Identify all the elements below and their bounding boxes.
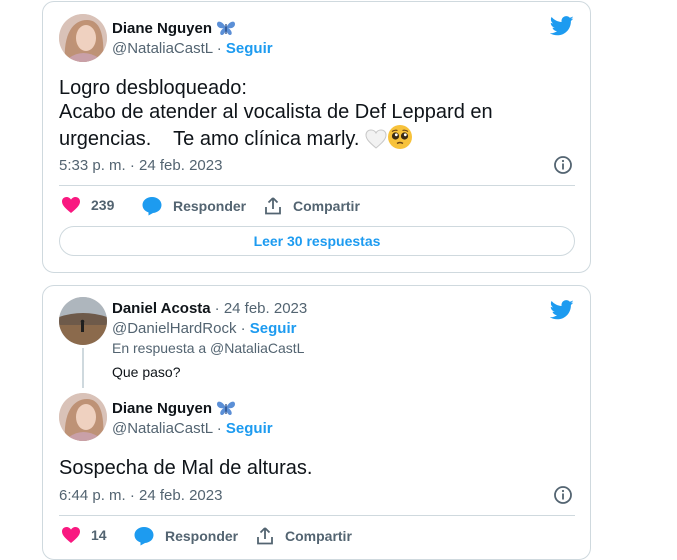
- like-button[interactable]: 14: [61, 526, 107, 544]
- tweet-text: Sospecha de Mal de alturas.: [59, 457, 313, 479]
- share-upload-icon: [257, 527, 273, 545]
- follow-button[interactable]: Seguir: [226, 40, 273, 57]
- thread-line: [82, 348, 84, 388]
- share-upload-icon: [265, 197, 281, 215]
- handle-line: @NataliaCastL · Seguir: [112, 40, 273, 57]
- twitter-logo-icon[interactable]: [550, 300, 574, 320]
- author-name-text[interactable]: Diane Nguyen: [112, 20, 212, 37]
- like-count: 14: [91, 527, 107, 543]
- tweet-date[interactable]: · 24 feb. 2023: [215, 300, 308, 317]
- handle-line: @NataliaCastL · Seguir: [112, 420, 273, 437]
- author-name[interactable]: Diane Nguyen: [112, 399, 236, 417]
- reply-bubble-icon: [142, 197, 162, 216]
- tweet-text: Logro desbloqueado: Acabo de atender al …: [59, 76, 579, 151]
- tweet-card: Diane Nguyen @NataliaCastL · Seguir Logr…: [42, 1, 591, 273]
- tweet-timestamp[interactable]: 5:33 p. m. · 24 feb. 2023: [59, 157, 222, 174]
- author-name[interactable]: Daniel Acosta: [112, 300, 211, 317]
- author-handle[interactable]: @NataliaCastL: [112, 420, 213, 437]
- share-button[interactable]: Compartir: [263, 196, 360, 216]
- avatar-photo: [59, 14, 107, 62]
- white-heart-icon: [365, 129, 387, 149]
- reply-button[interactable]: Responder: [141, 196, 246, 216]
- like-button[interactable]: 239: [61, 196, 114, 214]
- separator-dot: ·: [216, 420, 222, 437]
- like-count: 239: [91, 197, 115, 213]
- heart-filled-icon: [62, 527, 80, 543]
- tweet-text-line: urgencias. Te amo clínica marly.: [59, 128, 360, 150]
- share-label: Compartir: [293, 198, 360, 214]
- author-handle[interactable]: @DanielHardRock: [112, 320, 236, 337]
- pleading-face-icon: [388, 125, 413, 149]
- reply-label: Responder: [165, 528, 239, 544]
- avatar[interactable]: [59, 297, 107, 345]
- tweet-card: Daniel Acosta · 24 feb. 2023 @DanielHard…: [42, 285, 591, 560]
- share-button[interactable]: Compartir: [255, 526, 352, 546]
- avatar[interactable]: [59, 14, 107, 62]
- reply-label: Responder: [173, 198, 247, 214]
- follow-button[interactable]: Seguir: [250, 320, 297, 337]
- divider: [59, 185, 575, 186]
- author-name-row: Daniel Acosta · 24 feb. 2023: [112, 300, 307, 317]
- tweet-text-line: Acabo de atender al vocalista de Def Lep…: [59, 101, 493, 123]
- tweet-text-line: Logro desbloqueado:: [59, 77, 247, 99]
- parent-tweet-text: Que paso?: [112, 364, 181, 380]
- separator-dot: ·: [216, 40, 222, 57]
- avatar-photo: [59, 297, 107, 345]
- info-icon[interactable]: [553, 155, 573, 175]
- author-name-text[interactable]: Diane Nguyen: [112, 400, 212, 417]
- avatar[interactable]: [59, 393, 107, 441]
- read-replies-button[interactable]: Leer 30 respuestas: [59, 226, 575, 256]
- author-name[interactable]: Diane Nguyen: [112, 19, 236, 37]
- tweet-timestamp[interactable]: 6:44 p. m. · 24 feb. 2023: [59, 487, 222, 504]
- info-icon[interactable]: [553, 485, 573, 505]
- butterfly-icon: [217, 401, 236, 415]
- share-label: Compartir: [285, 528, 352, 544]
- author-handle[interactable]: @NataliaCastL: [112, 40, 213, 57]
- reply-bubble-icon: [134, 527, 154, 546]
- divider: [59, 515, 575, 516]
- reply-context[interactable]: En respuesta a @NataliaCastL: [112, 340, 304, 356]
- separator-dot: ·: [240, 320, 246, 337]
- heart-filled-icon: [62, 197, 80, 213]
- avatar-photo: [59, 393, 107, 441]
- handle-line: @DanielHardRock · Seguir: [112, 320, 296, 337]
- read-replies-label: Leer 30 respuestas: [253, 233, 381, 249]
- butterfly-icon: [217, 21, 236, 35]
- follow-button[interactable]: Seguir: [226, 420, 273, 437]
- twitter-logo-icon[interactable]: [550, 16, 574, 36]
- reply-button[interactable]: Responder: [133, 526, 238, 546]
- tweet-text-line-3: urgencias. Te amo clínica marly.: [59, 124, 579, 151]
